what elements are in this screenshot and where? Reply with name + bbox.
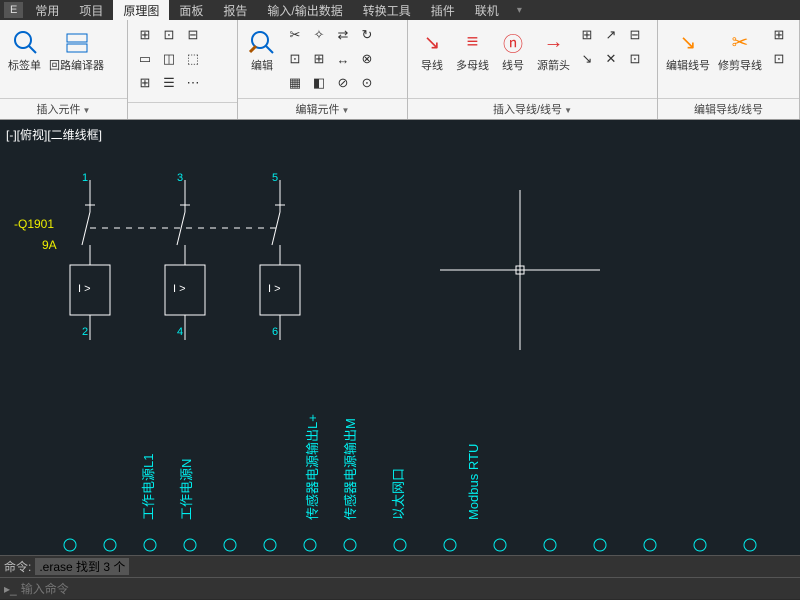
small-btn[interactable]: ⊞: [134, 72, 156, 94]
small-btn[interactable]: ⊡: [284, 48, 306, 70]
cmd-result: .erase 找到 3 个: [35, 558, 129, 575]
panel-label-insert-wire: 插入导线/线号: [493, 104, 562, 116]
small-btn[interactable]: ◫: [158, 48, 180, 70]
panel-label-edit-comp: 编辑元件: [296, 104, 340, 116]
command-bar: 命令: .erase 找到 3 个 ▸_: [0, 555, 800, 600]
small-btn[interactable]: ↔: [332, 48, 354, 70]
cmd-prompt: 命令:: [4, 558, 31, 575]
small-btn[interactable]: ▭: [134, 48, 156, 70]
btn-circuit-builder[interactable]: 回路编译器: [47, 24, 106, 74]
tab-io[interactable]: 输入/输出数据: [257, 0, 352, 21]
small-btn[interactable]: ◧: [308, 72, 330, 94]
menubar-overflow-icon[interactable]: ▾: [517, 5, 522, 16]
small-btn[interactable]: ⇄: [332, 24, 354, 46]
btn-source-arrow-label: 源箭头: [537, 60, 570, 72]
small-btn[interactable]: ↗: [600, 24, 622, 46]
wirelabel-rtu: Modbus RTU: [466, 444, 481, 520]
small-btn[interactable]: ⊙: [356, 72, 378, 94]
panel-label-edit-wire: 编辑导线/线号: [694, 104, 763, 116]
btn-edit-wirenum[interactable]: ↘编辑线号: [664, 24, 712, 74]
btn-icon-menu-label: 标签单: [8, 60, 41, 72]
command-history-line: 命令: .erase 找到 3 个: [0, 555, 800, 577]
annot-1: I >: [78, 283, 91, 295]
small-btn[interactable]: ⊡: [768, 48, 790, 70]
ribbon: 标签单 回路编译器 插入元件▼ ⊞⊡⊟ ▭◫⬚ ⊞☰⋯ 编辑 ✂✧⇄: [0, 20, 800, 120]
app-menu-button[interactable]: E: [4, 2, 23, 18]
small-btn[interactable]: ↘: [576, 48, 598, 70]
tab-panel[interactable]: 面板: [169, 0, 213, 21]
command-input[interactable]: [21, 582, 796, 596]
wirelabel-m: 传感器电源输出M: [340, 418, 359, 520]
command-input-line[interactable]: ▸_: [0, 577, 800, 599]
small-btn[interactable]: ⊗: [356, 48, 378, 70]
small-btn[interactable]: ▦: [284, 72, 306, 94]
btn-wirenum[interactable]: ⓝ线号: [495, 24, 531, 74]
small-btn[interactable]: ⊡: [624, 48, 646, 70]
small-btn[interactable]: ☰: [158, 72, 180, 94]
small-btn[interactable]: ⊟: [182, 24, 204, 46]
btn-wire[interactable]: ↘导线: [414, 24, 450, 74]
small-btn[interactable]: ↻: [356, 24, 378, 46]
small-btn[interactable]: ⊞: [134, 24, 156, 46]
wirelabel-l1: 工作电源L1: [138, 454, 157, 520]
tab-project[interactable]: 项目: [69, 0, 113, 21]
small-btn[interactable]: ⋯: [182, 72, 204, 94]
pin-2: 2: [82, 326, 88, 338]
tab-online[interactable]: 联机: [465, 0, 509, 21]
viewport-label[interactable]: [-][俯视][二维线框]: [6, 126, 102, 143]
wirelabel-n: 工作电源N: [176, 459, 195, 520]
btn-multibus-label: 多母线: [456, 60, 489, 72]
ribbon-panel-edit-wire: ↘编辑线号 ✂修剪导线 ⊞ ⊡ 编辑导线/线号: [658, 20, 800, 119]
pin-6: 6: [272, 326, 278, 338]
small-btn[interactable]: ⊞: [576, 24, 598, 46]
small-btn[interactable]: ✧: [308, 24, 330, 46]
tab-schematic[interactable]: 原理图: [113, 0, 169, 21]
ribbon-panel-insert-comp: 标签单 回路编译器 插入元件▼: [0, 20, 128, 119]
schematic-symbols: [60, 170, 320, 340]
small-btn[interactable]: ⊡: [158, 24, 180, 46]
ribbon-panel-small-1: ⊞⊡⊟ ▭◫⬚ ⊞☰⋯: [128, 20, 238, 119]
btn-circuit-builder-label: 回路编译器: [49, 60, 104, 72]
pin-4: 4: [177, 326, 183, 338]
annot-2: I >: [173, 283, 186, 295]
pin-3: 3: [177, 172, 183, 184]
btn-icon-menu[interactable]: 标签单: [6, 24, 43, 74]
btn-trim-wire-label: 修剪导线: [718, 60, 762, 72]
small-btn[interactable]: ⊞: [768, 24, 790, 46]
comp-rating: 9A: [42, 238, 57, 252]
small-btn[interactable]: ✕: [600, 48, 622, 70]
pin-5: 5: [272, 172, 278, 184]
btn-multibus[interactable]: ≡多母线: [454, 24, 491, 74]
menubar: E 常用 项目 原理图 面板 报告 输入/输出数据 转换工具 插件 联机 ▾: [0, 0, 800, 20]
btn-trim-wire[interactable]: ✂修剪导线: [716, 24, 764, 74]
ribbon-panel-edit-comp: 编辑 ✂✧⇄↻ ⊡⊞↔⊗ ▦◧⊘⊙ 编辑元件▼: [238, 20, 408, 119]
btn-wirenum-label: 线号: [502, 60, 524, 72]
btn-source-arrow[interactable]: →源箭头: [535, 24, 572, 74]
btn-edit-label: 编辑: [251, 60, 273, 72]
pin-1: 1: [82, 172, 88, 184]
btn-edit[interactable]: 编辑: [244, 24, 280, 74]
btn-edit-wirenum-label: 编辑线号: [666, 60, 710, 72]
panel-label-insert-comp: 插入元件: [37, 104, 81, 116]
tab-convert[interactable]: 转换工具: [353, 0, 421, 21]
small-btn[interactable]: ⊟: [624, 24, 646, 46]
tab-plugin[interactable]: 插件: [421, 0, 465, 21]
cursor-crosshair: [440, 190, 600, 350]
comp-refdes: -Q1901: [14, 217, 54, 231]
btn-wire-label: 导线: [421, 60, 443, 72]
ribbon-panel-insert-wire: ↘导线 ≡多母线 ⓝ线号 →源箭头 ⊞↗⊟ ↘✕⊡ 插入导线/线号▼: [408, 20, 658, 119]
drawing-canvas[interactable]: [-][俯视][二维线框] -Q1901 9A 1 3 5 2 4 6 I > …: [0, 120, 800, 555]
wirelabel-eth: 以太网口: [388, 468, 407, 520]
wirelabel-lplus: 传感器电源输出L+: [302, 414, 321, 520]
tab-report[interactable]: 报告: [213, 0, 257, 21]
small-btn[interactable]: ✂: [284, 24, 306, 46]
small-btn[interactable]: ⊞: [308, 48, 330, 70]
annot-3: I >: [268, 283, 281, 295]
small-btn[interactable]: ⬚: [182, 48, 204, 70]
small-btn[interactable]: ⊘: [332, 72, 354, 94]
tab-common[interactable]: 常用: [25, 0, 69, 21]
cmd-icon: ▸_: [4, 582, 17, 596]
